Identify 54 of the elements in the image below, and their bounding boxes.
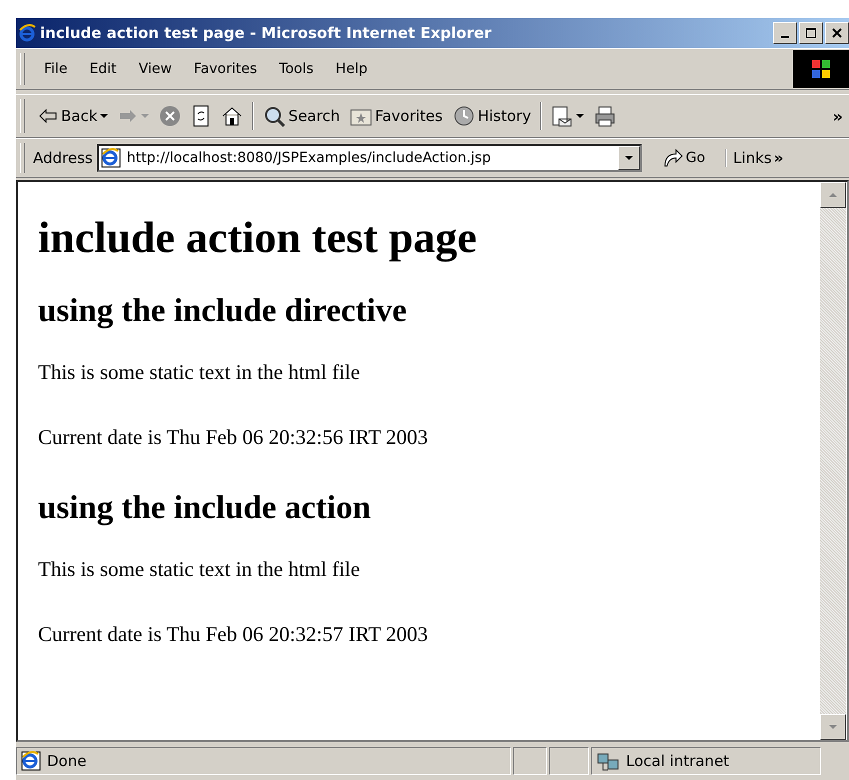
- menu-item[interactable]: Tools: [268, 61, 325, 77]
- printer-icon: [594, 105, 616, 127]
- paragraph: Current date is Thu Feb 06 20:32:57 IRT 2003: [38, 622, 429, 647]
- paragraph: This is some static text in the html file: [38, 360, 361, 385]
- history-button[interactable]: History: [448, 105, 536, 127]
- caret-icon: [624, 156, 633, 160]
- menu-item[interactable]: Edit: [78, 61, 128, 77]
- browser-icon: [18, 24, 36, 42]
- back-button[interactable]: Back: [33, 107, 114, 125]
- maximize-icon: [805, 27, 817, 39]
- menu-item[interactable]: File: [33, 61, 78, 77]
- go-arrow-icon: [662, 148, 684, 168]
- up-arrow-icon: [829, 193, 837, 197]
- page-icon: [100, 148, 121, 168]
- magnifier-icon: [263, 105, 286, 127]
- status-pane: [513, 747, 547, 775]
- heading: include action test page: [38, 212, 478, 263]
- right-arrow-icon: [118, 107, 138, 125]
- menu-item[interactable]: Favorites: [182, 61, 268, 77]
- menu-item[interactable]: View: [128, 61, 183, 77]
- clock-icon: [452, 105, 475, 127]
- menu-item[interactable]: Help: [324, 61, 378, 77]
- stop-icon: [159, 105, 182, 127]
- page-icon: [21, 751, 41, 771]
- address-field[interactable]: http://localhost:8080/JSPExamples/includeAction.jsp: [96, 144, 642, 172]
- close-icon: [831, 27, 843, 39]
- minimize-icon: [781, 36, 789, 38]
- zone-text: Local intranet: [626, 752, 730, 770]
- window-title: include action test page - Microsoft Internet Explorer: [40, 24, 492, 42]
- search-button[interactable]: Search: [258, 105, 345, 127]
- envelope-icon: [551, 105, 574, 127]
- left-arrow-icon: [38, 107, 58, 125]
- flag-icon: [810, 58, 832, 80]
- status-pane: [549, 747, 589, 775]
- links-button[interactable]: Links: [725, 149, 772, 167]
- dropdown-button[interactable]: [618, 146, 640, 170]
- paragraph: This is some static text in the html file: [38, 557, 361, 582]
- close-button[interactable]: [825, 22, 849, 44]
- heading: using the include action: [38, 490, 372, 527]
- scroll-up-button[interactable]: [820, 182, 846, 208]
- minimize-button[interactable]: [773, 22, 797, 44]
- favorites-button[interactable]: Favorites: [344, 105, 448, 127]
- down-arrow-icon: [829, 725, 837, 729]
- heading: using the include directive: [38, 293, 408, 330]
- more-chevron[interactable]: »: [774, 149, 784, 167]
- maximize-button[interactable]: [799, 22, 823, 44]
- address-label: Address: [33, 149, 93, 167]
- refresh-icon: [191, 105, 212, 127]
- go-button[interactable]: Go: [656, 147, 712, 169]
- home-icon: [221, 105, 244, 127]
- paragraph: Current date is Thu Feb 06 20:32:56 IRT 2003: [38, 425, 429, 450]
- more-chevron[interactable]: »: [832, 106, 843, 126]
- status-text: Done: [47, 752, 86, 770]
- scroll-down-button[interactable]: [820, 714, 846, 740]
